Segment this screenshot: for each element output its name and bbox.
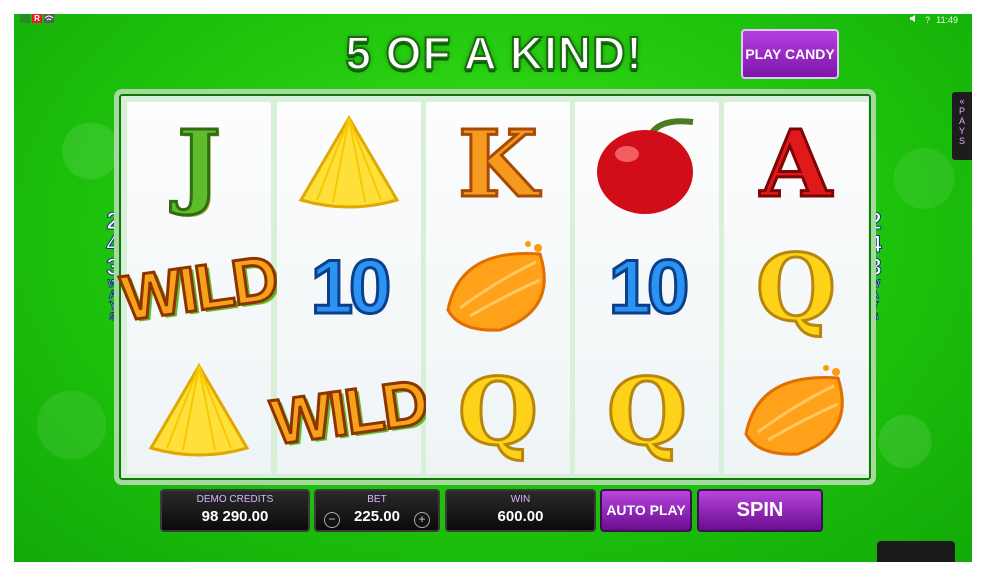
symbol-10: 10 — [309, 245, 393, 330]
symbol-q: Q — [754, 234, 837, 342]
symbol-j: J — [176, 110, 222, 218]
win-display: WIN 600.00 — [445, 489, 596, 532]
orange-icon — [426, 226, 570, 350]
status-icons: R — [20, 14, 54, 23]
clock: 11:49 — [936, 14, 958, 25]
symbol-wild: WILD — [115, 240, 282, 336]
credits-display: DEMO CREDITS 98 290.00 — [160, 489, 310, 532]
reel-symbol: Q — [575, 350, 719, 474]
reel-symbol: WILD — [115, 226, 282, 350]
bet-display: BET 225.00 − + — [314, 489, 440, 532]
reel-4: 10 Q — [575, 102, 719, 474]
status-icon-a — [20, 14, 30, 23]
bet-decrease-button[interactable]: − — [324, 512, 340, 528]
reel-symbol: Q — [426, 350, 570, 474]
help-button[interactable]: ? — [925, 15, 930, 25]
symbol-q: Q — [605, 358, 688, 466]
cherry-icon — [575, 102, 719, 226]
symbol-k: K — [457, 110, 540, 218]
reel-symbol: J — [127, 102, 271, 226]
symbol-q: Q — [456, 358, 539, 466]
symbol-a: A — [759, 110, 833, 218]
reel-symbol: 10 — [277, 226, 421, 350]
pays-tab[interactable]: « P A Y S — [952, 92, 972, 160]
pays-letter: A — [958, 116, 965, 126]
play-candy-button[interactable]: PLAY CANDY — [741, 29, 839, 79]
win-value: 600.00 — [497, 508, 544, 525]
wifi-icon — [44, 14, 54, 23]
auto-play-button[interactable]: AUTO PLAY — [600, 489, 692, 532]
pineapple-icon — [277, 102, 421, 226]
reel-2: 10 WILD — [265, 102, 433, 474]
speaker-icon[interactable] — [909, 14, 919, 25]
reel-3: KQ — [426, 102, 570, 474]
win-banner: 5 OF A KIND! — [344, 26, 643, 80]
reel-symbol: 10 — [575, 226, 719, 350]
reel-symbol: K — [426, 102, 570, 226]
symbol-10: 10 — [607, 245, 691, 330]
reel-symbol: Q — [724, 226, 868, 350]
orange-icon — [724, 350, 868, 474]
credits-label: DEMO CREDITS — [196, 494, 274, 505]
corner-tab[interactable] — [877, 541, 955, 562]
pineapple-icon — [127, 350, 271, 474]
reel-symbol: WILD — [265, 350, 432, 474]
game-frame: R ? 11:49 5 OF A KIND! PLAY CANDY « P A … — [14, 14, 972, 562]
system-tray: ? 11:49 — [909, 14, 958, 25]
pays-arrow-icon: « — [959, 96, 965, 106]
bet-increase-button[interactable]: + — [414, 512, 430, 528]
reel-5: AQ — [724, 102, 868, 474]
pays-letter: S — [958, 136, 965, 146]
spin-button[interactable]: SPIN — [697, 489, 823, 532]
pays-letter: P — [958, 106, 965, 116]
r-badge-icon: R — [32, 14, 42, 23]
reel-area: J WILD 10 WILD K Q 10 Q A Q — [114, 89, 876, 485]
symbol-wild: WILD — [265, 364, 432, 460]
pays-letter: Y — [958, 126, 965, 136]
reel-symbol: A — [724, 102, 868, 226]
reel-1: J WILD — [115, 102, 283, 474]
bet-label: BET — [367, 494, 387, 505]
credits-value: 98 290.00 — [201, 508, 269, 525]
win-label: WIN — [510, 494, 531, 505]
